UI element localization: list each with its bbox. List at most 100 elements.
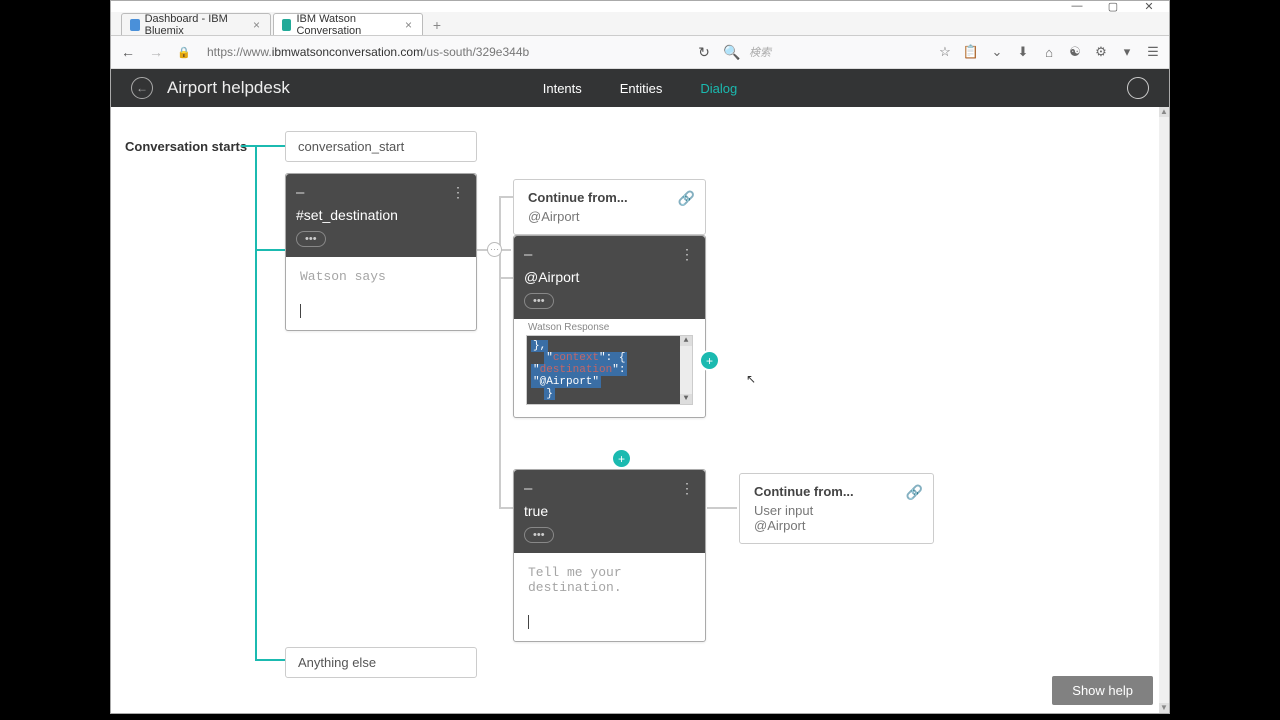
vertical-scrollbar[interactable]: ▲ ▼: [1159, 107, 1169, 713]
collapse-icon[interactable]: –: [296, 184, 304, 201]
collapse-icon[interactable]: –: [524, 480, 532, 497]
window-minimize-button[interactable]: —: [1059, 0, 1095, 12]
dialog-canvas[interactable]: ▲ ▼ Conversation starts conversation_sta…: [111, 107, 1169, 713]
link-icon[interactable]: 🔗: [906, 484, 923, 501]
mouse-cursor-icon: ↖: [746, 372, 756, 386]
link-icon[interactable]: 🔗: [678, 190, 695, 207]
continue-target: @Airport: [528, 209, 691, 224]
connector-line: [255, 145, 257, 659]
app-header: ← Airport helpdesk Intents Entities Dial…: [111, 69, 1169, 107]
browser-tab-watson[interactable]: IBM Watson Conversation ×: [273, 13, 423, 35]
connector-line: [499, 507, 513, 509]
text-cursor: [528, 615, 529, 629]
node-response-area[interactable]: Tell me your destination.: [514, 553, 705, 641]
node-true[interactable]: – ⋮ true ••• Tell me your destination.: [513, 469, 706, 642]
continue-title: Continue from...: [754, 484, 919, 499]
anything-else-node[interactable]: Anything else: [285, 647, 477, 678]
try-it-chat-icon[interactable]: [1127, 77, 1149, 99]
node-condition: true: [524, 503, 695, 519]
connector-line: [241, 145, 285, 147]
conversation-start-node[interactable]: conversation_start: [285, 131, 477, 162]
json-scrollbar[interactable]: ▲ ▼: [680, 336, 692, 404]
workspace-title: Airport helpdesk: [167, 78, 290, 98]
home-icon[interactable]: ⌂: [1039, 42, 1059, 62]
reload-button[interactable]: ↻: [693, 41, 715, 63]
watson-favicon-icon: [282, 19, 291, 31]
url-path: /us-south/329e344b: [423, 45, 529, 59]
tab-intents[interactable]: Intents: [543, 81, 582, 96]
browser-urlbar: ← → 🔒 https://www.ibmwatsonconversation.…: [111, 36, 1169, 69]
condition-more-icon[interactable]: •••: [296, 231, 326, 247]
downloads-icon[interactable]: ⬇: [1013, 42, 1033, 62]
continue-target-line2: @Airport: [754, 518, 919, 533]
lock-icon[interactable]: 🔒: [173, 41, 195, 63]
window-titlebar: — ▢ ✕: [111, 1, 1169, 12]
pocket-icon[interactable]: ⌄: [987, 42, 1007, 62]
json-text: },: [531, 340, 548, 352]
node-header[interactable]: – ⋮ @Airport •••: [514, 236, 705, 319]
node-header[interactable]: – ⋮ #set_destination •••: [286, 174, 476, 257]
url-domain: ibmwatsonconversation.com: [272, 45, 423, 59]
window-close-button[interactable]: ✕: [1131, 0, 1167, 12]
window-maximize-button[interactable]: ▢: [1095, 0, 1131, 12]
collapse-icon[interactable]: –: [524, 246, 532, 263]
response-placeholder: Watson says: [300, 269, 386, 284]
add-sibling-button[interactable]: +: [701, 352, 718, 369]
node-menu-icon[interactable]: ⋮: [451, 184, 466, 201]
node-menu-icon[interactable]: ⋮: [680, 246, 695, 263]
child-connector-icon[interactable]: ⋯: [487, 242, 502, 257]
overflow-chevron-icon[interactable]: ▾: [1117, 42, 1137, 62]
continue-from-card[interactable]: Continue from... 🔗 User input @Airport: [739, 473, 934, 544]
sync-icon[interactable]: ☯: [1065, 42, 1085, 62]
add-below-button[interactable]: +: [613, 450, 630, 467]
search-engine-icon[interactable]: 🔍: [721, 41, 743, 63]
tab-dialog[interactable]: Dialog: [700, 81, 737, 96]
connector-line: [255, 659, 285, 661]
tab-label: IBM Watson Conversation: [296, 13, 397, 37]
node-condition: @Airport: [524, 269, 695, 285]
condition-more-icon[interactable]: •••: [524, 527, 554, 543]
browser-window: — ▢ ✕ Dashboard - IBM Bluemix × IBM Wats…: [110, 0, 1170, 714]
connector-line: [499, 277, 513, 279]
url-field[interactable]: https://www.ibmwatsonconversation.com/us…: [201, 45, 687, 59]
json-text: }: [544, 388, 555, 400]
json-editor[interactable]: }, "context": { "destination": "@Airport…: [526, 335, 693, 405]
node-airport-entity[interactable]: – ⋮ @Airport ••• Watson Response }, "con…: [513, 235, 706, 418]
scroll-up-icon[interactable]: ▲: [680, 336, 692, 346]
node-set-destination[interactable]: – ⋮ #set_destination ••• Watson says: [285, 173, 477, 331]
node-header[interactable]: – ⋮ true •••: [514, 470, 705, 553]
app-back-button[interactable]: ←: [131, 77, 153, 99]
clipboard-icon[interactable]: 📋: [961, 42, 981, 62]
hamburger-menu-icon[interactable]: ☰: [1143, 42, 1163, 62]
browser-tab-bluemix[interactable]: Dashboard - IBM Bluemix ×: [121, 13, 271, 35]
condition-more-icon[interactable]: •••: [524, 293, 554, 309]
continue-from-card[interactable]: Continue from... 🔗 @Airport: [513, 179, 706, 235]
node-menu-icon[interactable]: ⋮: [680, 480, 695, 497]
tab-close-icon[interactable]: ×: [405, 18, 412, 32]
back-button[interactable]: ←: [117, 41, 139, 63]
continue-target-line1: User input: [754, 503, 919, 518]
tab-entities[interactable]: Entities: [620, 81, 663, 96]
scrollbar-up-icon[interactable]: ▲: [1159, 107, 1169, 117]
tab-label: Dashboard - IBM Bluemix: [145, 13, 245, 37]
show-help-button[interactable]: Show help: [1052, 676, 1153, 705]
scroll-down-icon[interactable]: ▼: [680, 394, 692, 404]
connector-line: [499, 196, 513, 198]
node-condition: #set_destination: [296, 207, 466, 223]
continue-title: Continue from...: [528, 190, 691, 205]
new-tab-button[interactable]: +: [425, 15, 449, 35]
connector-line: [255, 249, 287, 251]
tab-close-icon[interactable]: ×: [253, 18, 260, 32]
watson-response-label: Watson Response: [514, 319, 705, 335]
response-text: Tell me your destination.: [528, 565, 622, 595]
node-response-area[interactable]: Watson says: [286, 257, 476, 330]
text-cursor: [300, 304, 301, 318]
forward-button[interactable]: →: [145, 41, 167, 63]
search-field[interactable]: 検索: [749, 44, 929, 60]
scrollbar-down-icon[interactable]: ▼: [1159, 703, 1169, 713]
json-text: "@Airport": [531, 376, 601, 388]
devtools-icon[interactable]: ⚙: [1091, 42, 1111, 62]
browser-tabstrip: Dashboard - IBM Bluemix × IBM Watson Con…: [111, 12, 1169, 36]
bookmark-star-icon[interactable]: ☆: [935, 42, 955, 62]
conversation-starts-label: Conversation starts: [125, 139, 247, 154]
